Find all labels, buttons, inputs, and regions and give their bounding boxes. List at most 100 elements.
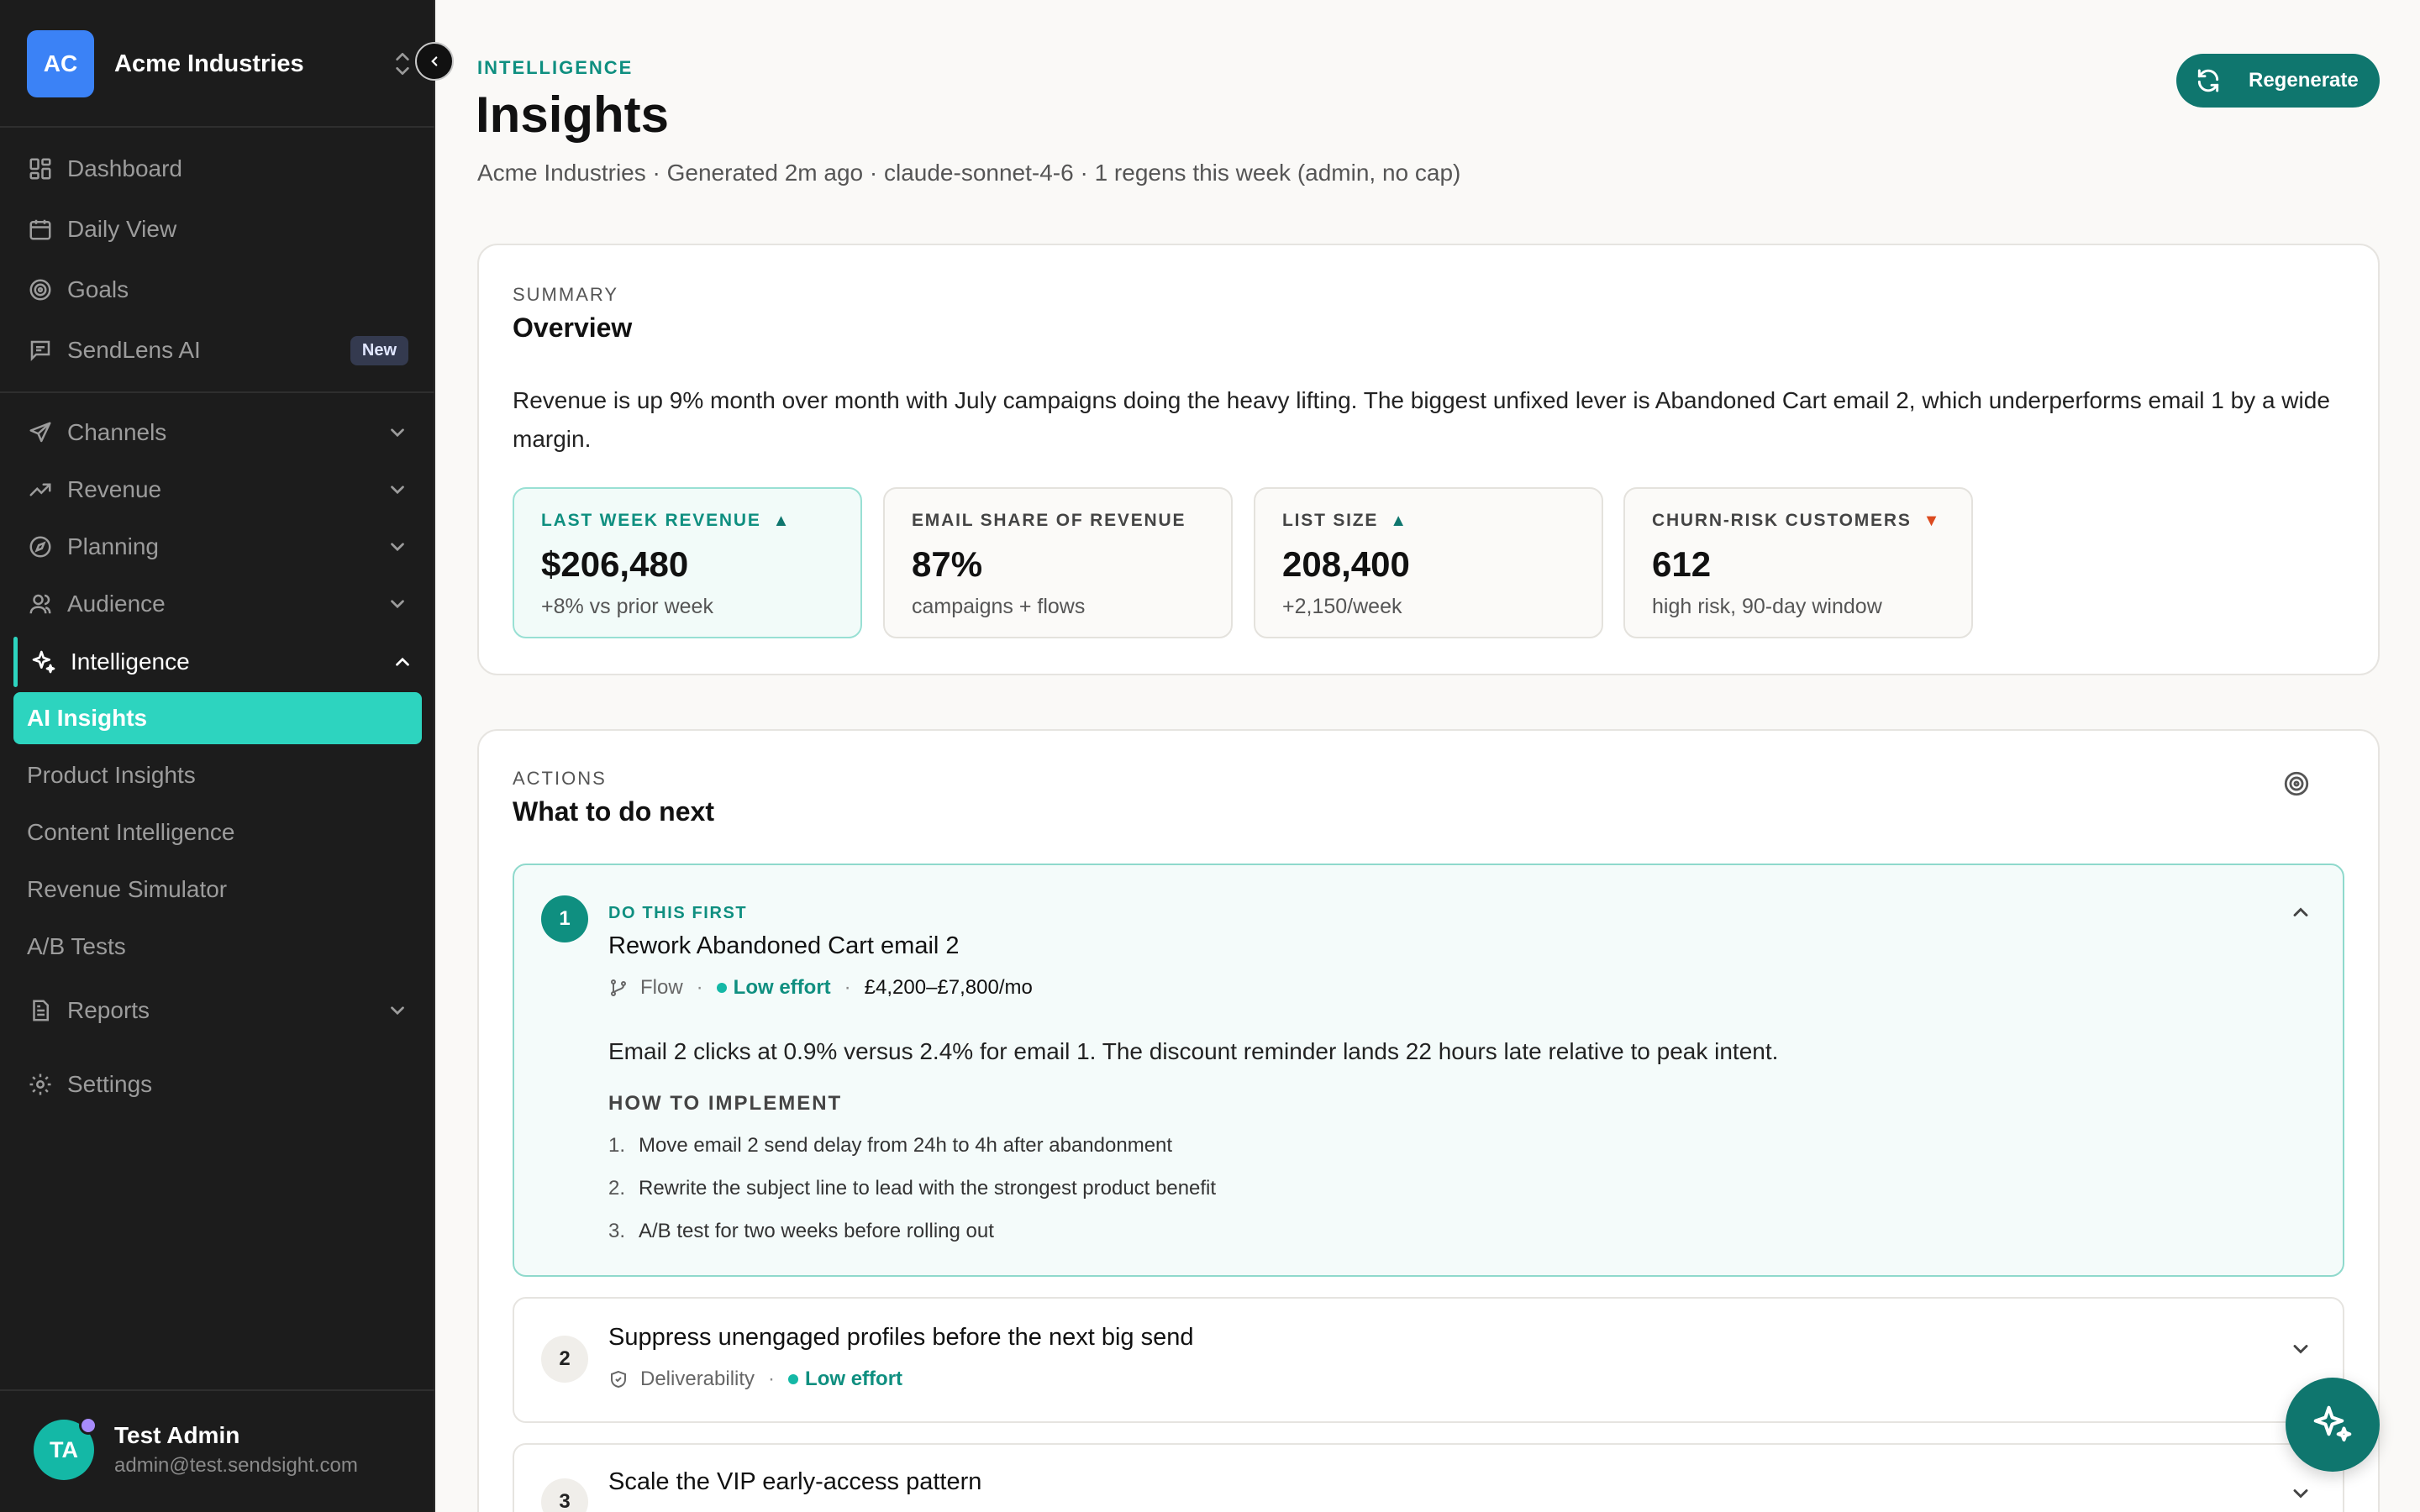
stat-label: CHURN-RISK CUSTOMERS ▼ — [1652, 511, 1942, 530]
action-item-2[interactable]: 2 Suppress unengaged profiles before the… — [513, 1297, 2344, 1423]
action-category: Flow — [640, 976, 683, 999]
chevron-up-icon — [396, 657, 409, 666]
avatar: TA — [34, 1416, 97, 1480]
sidebar-group-reports[interactable]: Reports — [27, 988, 408, 1033]
summary-title: Overview — [513, 312, 633, 343]
action-priority-label: DO THIS FIRST — [608, 904, 748, 922]
sidebar-item-settings[interactable]: Settings — [27, 1062, 408, 1107]
refresh-icon — [2197, 69, 2219, 92]
collapse-sidebar-button[interactable] — [415, 42, 454, 81]
action-category: Deliverability — [640, 1368, 755, 1390]
stat-subtext: high risk, 90-day window — [1652, 595, 1882, 618]
stat-subtext: +8% vs prior week — [541, 595, 713, 618]
stat-card-last-week-revenue: LAST WEEK REVENUE ▲ $206,480 +8% vs prior… — [513, 487, 862, 638]
sidebar-divider — [0, 126, 435, 128]
action-number: 2 — [541, 1336, 588, 1383]
sidebar-item-goals[interactable]: Goals — [27, 267, 408, 312]
stat-value: 208,400 — [1282, 544, 1410, 584]
sidebar-divider — [0, 1389, 435, 1391]
flow-branch-icon — [611, 979, 626, 996]
sidebar-group-label: Audience — [67, 591, 166, 617]
action-description: Email 2 clicks at 0.9% versus 2.4% for e… — [608, 1038, 1779, 1064]
send-icon — [27, 419, 54, 446]
chat-icon — [27, 337, 54, 364]
status-dot — [79, 1416, 97, 1435]
actions-card: ACTIONS What to do next 1 DO THIS FIRST … — [477, 729, 2380, 1512]
sidebar-item-ab-tests[interactable]: A/B Tests — [13, 921, 422, 973]
stat-label: EMAIL SHARE OF REVENUE — [912, 511, 1186, 530]
workspace-avatar: AC — [27, 30, 94, 97]
action-item-1[interactable]: 1 DO THIS FIRST Rework Abandoned Cart em… — [513, 864, 2344, 1277]
page-title: Insights — [476, 87, 670, 143]
stat-label: LIST SIZE ▲ — [1282, 511, 1408, 530]
action-meta: Flow · Low effort · £4,200–£7,800/mo — [608, 976, 1033, 1000]
target-icon[interactable] — [2282, 769, 2311, 798]
ai-assistant-button[interactable] — [2286, 1378, 2380, 1472]
summary-eyebrow: SUMMARY — [513, 284, 619, 305]
action-number: 3 — [541, 1478, 588, 1512]
chevron-up-down-icon — [396, 52, 409, 76]
chevron-down-icon — [391, 486, 404, 495]
sidebar-group-channels[interactable]: Channels — [27, 410, 408, 455]
gear-icon — [27, 1071, 54, 1098]
chevron-up-icon[interactable] — [2289, 900, 2312, 924]
user-name: Test Admin — [114, 1422, 240, 1448]
stat-card-churn-risk: CHURN-RISK CUSTOMERS ▼ 612 high risk, 90-… — [1623, 487, 1973, 638]
new-badge: New — [350, 335, 408, 365]
sidebar-group-revenue[interactable]: Revenue — [27, 467, 408, 512]
regenerate-button[interactable]: Regenerate — [2176, 54, 2380, 108]
sidebar-group-audience[interactable]: Audience — [27, 581, 408, 627]
sidebar-group-label: Channels — [67, 419, 167, 445]
summary-card: SUMMARY Overview Revenue is up 9% month … — [477, 244, 2380, 675]
compass-icon — [27, 533, 54, 560]
chevron-down-icon — [391, 428, 404, 438]
effort-badge: Low effort — [788, 1368, 902, 1391]
sidebar-item-label: Goals — [67, 276, 129, 302]
trend-up-icon: ▲ — [1390, 511, 1408, 530]
actions-eyebrow: ACTIONS — [513, 768, 607, 789]
list-item: 3. A/B test for two weeks before rolling … — [608, 1220, 994, 1242]
action-title: Rework Abandoned Cart email 2 — [608, 932, 960, 959]
chevron-down-icon[interactable] — [2289, 1337, 2312, 1361]
sidebar-group-label: Revenue — [67, 476, 162, 502]
sidebar-item-content-intelligence[interactable]: Content Intelligence — [13, 806, 422, 858]
effort-badge: Low effort — [716, 976, 831, 1000]
sidebar-item-sendlens-ai[interactable]: SendLens AI New — [27, 328, 408, 373]
list-item: 2. Rewrite the subject line to lead with … — [608, 1177, 1217, 1200]
users-icon — [27, 591, 54, 617]
page-meta: Acme Industries · Generated 2m ago · cla… — [477, 160, 1461, 186]
page-eyebrow: INTELLIGENCE — [477, 57, 634, 78]
sidebar-group-planning[interactable]: Planning — [27, 524, 408, 570]
chevron-down-icon[interactable] — [2289, 1482, 2312, 1505]
chevron-left-icon — [431, 56, 438, 66]
summary-text: Revenue is up 9% month over month with J… — [513, 387, 2330, 452]
target-icon — [27, 276, 54, 303]
sidebar: AC Acme Industries Dashboard Daily View … — [0, 0, 435, 1512]
stat-card-email-share: EMAIL SHARE OF REVENUE 87% campaigns + f… — [883, 487, 1233, 638]
sidebar-item-daily-view[interactable]: Daily View — [27, 207, 408, 252]
sidebar-divider — [0, 391, 435, 393]
sidebar-group-label: Reports — [67, 997, 150, 1023]
workspace-switcher[interactable]: AC Acme Industries — [27, 30, 413, 97]
document-icon — [27, 997, 54, 1024]
sidebar-item-ai-insights[interactable]: AI Insights — [13, 692, 422, 744]
sparkles-icon — [30, 648, 57, 675]
user-menu[interactable]: TA Test Admin admin@test.sendsight.com — [34, 1416, 420, 1480]
sidebar-item-revenue-simulator[interactable]: Revenue Simulator — [13, 864, 422, 916]
action-item-3[interactable]: 3 Scale the VIP early-access pattern — [513, 1443, 2344, 1512]
sidebar-group-intelligence[interactable]: Intelligence — [13, 635, 413, 689]
stat-value: 87% — [912, 544, 983, 584]
sidebar-item-label: Dashboard — [67, 155, 182, 181]
sidebar-group-label: Intelligence — [71, 648, 190, 675]
actions-title: What to do next — [513, 796, 714, 827]
chevron-down-icon — [391, 1006, 404, 1016]
active-indicator — [13, 637, 18, 687]
chevron-down-icon — [391, 600, 404, 609]
grid-icon — [27, 155, 54, 182]
sidebar-item-product-insights[interactable]: Product Insights — [13, 749, 422, 801]
sparkles-icon — [2313, 1405, 2352, 1442]
sidebar-item-label: Settings — [67, 1071, 153, 1097]
sidebar-item-label: Daily View — [67, 216, 177, 242]
sidebar-item-dashboard[interactable]: Dashboard — [27, 146, 408, 192]
stat-label: LAST WEEK REVENUE ▲ — [541, 511, 792, 530]
